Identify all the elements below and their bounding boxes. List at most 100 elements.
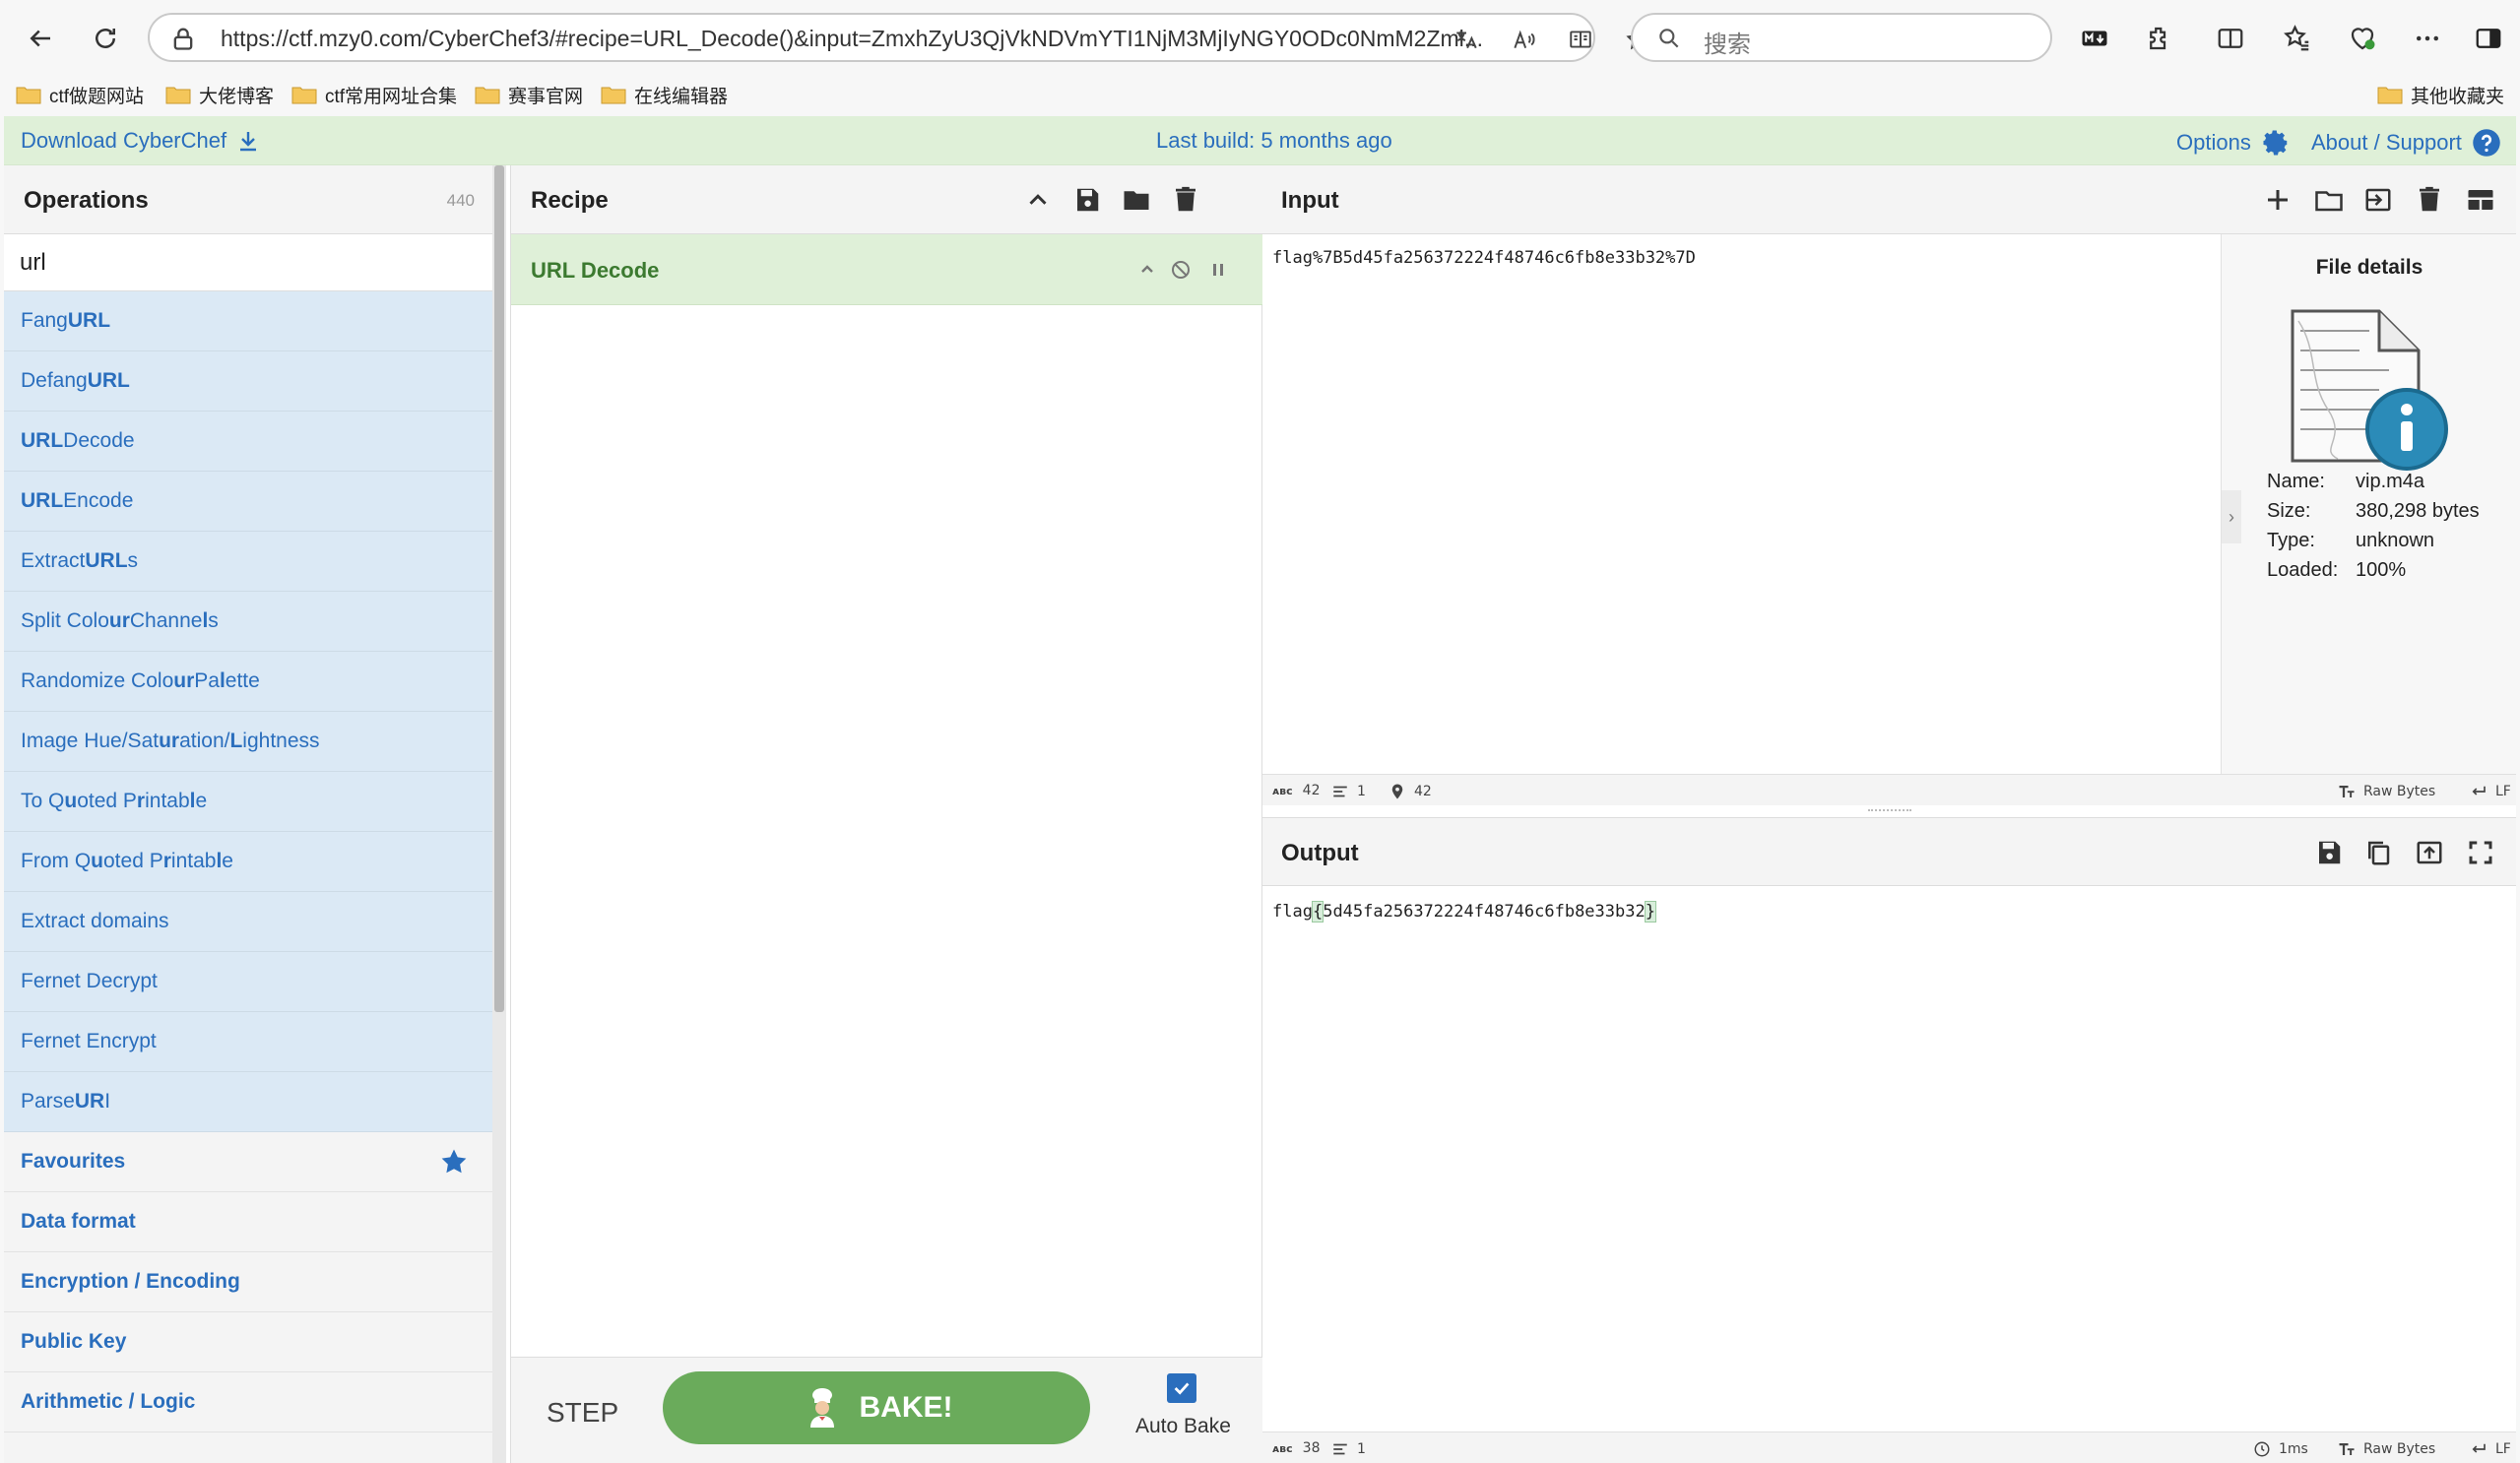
auto-bake-label: Auto Bake bbox=[1135, 1415, 1231, 1437]
read-aloud-icon[interactable] bbox=[1509, 25, 1538, 54]
about-label: About / Support bbox=[2311, 130, 2462, 155]
address-bar[interactable]: https://ctf.mzy0.com/CyberChef3/#recipe=… bbox=[148, 13, 1649, 62]
download-cyberchef-link[interactable]: Download CyberChef bbox=[21, 128, 260, 154]
copy-output-icon[interactable] bbox=[2361, 836, 2395, 869]
file-details-panel: File details Name: vip.m4a Size: 380,298 b… bbox=[2221, 234, 2516, 774]
output-status-bar: ᴀʙᴄ 38 1 1ms Raw Bytes LF bbox=[1262, 1431, 2516, 1463]
extensions-icon[interactable] bbox=[2143, 22, 2176, 55]
operations-panel: Operations 440 Fang URLDefang URLURL Dec… bbox=[4, 165, 506, 1463]
immersive-reader-icon[interactable] bbox=[1566, 25, 1595, 54]
url-text[interactable]: https://ctf.mzy0.com/CyberChef3/#recipe=… bbox=[221, 26, 1511, 52]
abc-icon: ᴀʙᴄ bbox=[1272, 1441, 1293, 1455]
back-icon[interactable] bbox=[20, 18, 61, 59]
more-menu-icon[interactable] bbox=[2411, 22, 2444, 55]
operation-item[interactable]: Randomize Colo ur Pa l ette bbox=[4, 652, 492, 712]
recipe-operation-url-decode[interactable]: URL Decode bbox=[511, 234, 1263, 305]
split-screen-icon[interactable] bbox=[2214, 22, 2247, 55]
category-encryption-encoding[interactable]: Encryption / Encoding bbox=[4, 1252, 492, 1312]
output-title: Output bbox=[1281, 840, 1359, 866]
operation-match: URL bbox=[87, 369, 130, 392]
about-support-link[interactable]: About / Support bbox=[2311, 128, 2501, 158]
recipe-controls: STEP BAKE! Auto Bake bbox=[511, 1357, 1263, 1463]
operation-item[interactable]: URL Encode bbox=[4, 472, 492, 532]
operation-item[interactable]: From Qu oted Pr intab l e bbox=[4, 832, 492, 892]
bookmark-folder[interactable]: 大佬博客 bbox=[165, 79, 274, 110]
other-bookmarks-folder[interactable]: 其他收藏夹 bbox=[2377, 79, 2504, 110]
lock-icon[interactable] bbox=[169, 25, 197, 52]
options-link[interactable]: Options bbox=[2176, 128, 2291, 158]
operation-item[interactable]: Fernet Decrypt bbox=[4, 952, 492, 1012]
file-detail-key: Size: bbox=[2267, 500, 2311, 522]
category-label: Encryption / Encoding bbox=[21, 1270, 240, 1293]
chef-icon bbox=[809, 1388, 834, 1428]
file-detail-key: Type: bbox=[2267, 530, 2315, 551]
category-favourites[interactable]: Favourites bbox=[4, 1132, 492, 1192]
input-textarea[interactable]: flag%7B5d45fa256372224f48746c6fb8e33b32%… bbox=[1272, 248, 1696, 268]
operation-item[interactable]: To Qu oted Pr intab l e bbox=[4, 772, 492, 832]
step-button[interactable]: STEP bbox=[547, 1397, 618, 1429]
bookmark-folder[interactable]: 在线编辑器 bbox=[601, 79, 728, 110]
recipe-operation-name: URL Decode bbox=[531, 258, 660, 283]
input-encoding[interactable]: Raw Bytes bbox=[2338, 783, 2435, 800]
operation-item[interactable]: URL Decode bbox=[4, 412, 492, 472]
translate-icon[interactable] bbox=[1452, 25, 1481, 54]
operation-item[interactable]: Fernet Encrypt bbox=[4, 1012, 492, 1072]
bake-button[interactable]: BAKE! bbox=[663, 1371, 1090, 1444]
open-file-icon[interactable] bbox=[2361, 183, 2395, 217]
operation-item[interactable]: Defang URL bbox=[4, 351, 492, 412]
operation-item[interactable]: Fang URL bbox=[4, 291, 492, 351]
browser-essentials-icon[interactable] bbox=[2346, 22, 2379, 55]
operation-item[interactable]: Extract domains bbox=[4, 892, 492, 952]
operation-item[interactable]: Parse UR I bbox=[4, 1072, 492, 1132]
operation-item[interactable]: Image Hue/Sat ur ation/Lightness bbox=[4, 712, 492, 772]
operation-item[interactable]: Split Colo ur Channe l s bbox=[4, 592, 492, 652]
browser-search-box[interactable]: 搜索 bbox=[1631, 13, 2052, 62]
output-textarea[interactable]: flag{5d45fa256372224f48746c6fb8e33b32} bbox=[1272, 901, 1656, 922]
chevron-up-icon[interactable] bbox=[1133, 256, 1161, 284]
category-public-key[interactable]: Public Key bbox=[4, 1312, 492, 1372]
load-recipe-icon[interactable] bbox=[1120, 183, 1153, 217]
output-eol[interactable]: LF bbox=[2470, 1440, 2511, 1458]
operations-search-input[interactable] bbox=[4, 234, 492, 291]
bookmark-folder[interactable]: 赛事官网 bbox=[475, 79, 583, 110]
clear-input-icon[interactable] bbox=[2413, 183, 2446, 217]
auto-bake-checkbox[interactable] bbox=[1167, 1373, 1196, 1403]
operation-text: ette bbox=[225, 669, 260, 692]
replace-input-icon[interactable] bbox=[2413, 836, 2446, 869]
markdown-extension-icon[interactable] bbox=[2078, 22, 2111, 55]
bookmark-folder[interactable]: ctf做题网站 bbox=[16, 79, 144, 110]
category-arithmetic-logic[interactable]: Arithmetic / Logic bbox=[4, 1372, 492, 1432]
gear-icon bbox=[2263, 130, 2288, 156]
collapse-all-icon[interactable] bbox=[1021, 183, 1055, 217]
bookmark-folder[interactable]: ctf常用网址合集 bbox=[291, 79, 457, 110]
input-eol[interactable]: LF bbox=[2470, 783, 2511, 800]
output-length: ᴀʙᴄ 38 bbox=[1272, 1440, 1320, 1456]
save-output-icon[interactable] bbox=[2312, 836, 2346, 869]
favorites-icon[interactable] bbox=[2281, 22, 2314, 55]
io-resize-handle[interactable] bbox=[1868, 809, 1911, 813]
collapse-file-details-handle[interactable]: › bbox=[2222, 490, 2241, 543]
operations-scroll-thumb[interactable] bbox=[494, 165, 504, 1012]
disable-operation-icon[interactable] bbox=[1167, 256, 1195, 284]
operation-text: Fang bbox=[21, 309, 68, 332]
operation-text: Image Hue/Sat bbox=[21, 730, 160, 752]
operation-item[interactable]: Extract URL s bbox=[4, 532, 492, 592]
operation-text: Extract domains bbox=[21, 910, 169, 932]
category-data-format[interactable]: Data format bbox=[4, 1192, 492, 1252]
reset-layout-icon[interactable] bbox=[2464, 183, 2497, 217]
add-tab-icon[interactable] bbox=[2261, 183, 2294, 217]
star-icon bbox=[441, 1149, 467, 1174]
refresh-icon[interactable] bbox=[85, 18, 126, 59]
save-recipe-icon[interactable] bbox=[1070, 183, 1104, 217]
open-folder-icon[interactable] bbox=[2312, 183, 2346, 217]
output-encoding[interactable]: Raw Bytes bbox=[2338, 1440, 2435, 1458]
maximise-output-icon[interactable] bbox=[2464, 836, 2497, 869]
operation-text: s bbox=[127, 549, 139, 572]
bake-label: BAKE! bbox=[859, 1391, 953, 1424]
file-detail-value: unknown bbox=[2356, 530, 2435, 551]
operations-list: Fang URL Defang URL URL Decode URL Encode Ex… bbox=[4, 291, 492, 1432]
pause-icon[interactable] bbox=[1204, 256, 1232, 284]
clear-recipe-icon[interactable] bbox=[1169, 183, 1202, 217]
abc-icon: ᴀʙᴄ bbox=[1272, 784, 1293, 797]
sidebar-toggle-icon[interactable] bbox=[2472, 22, 2505, 55]
